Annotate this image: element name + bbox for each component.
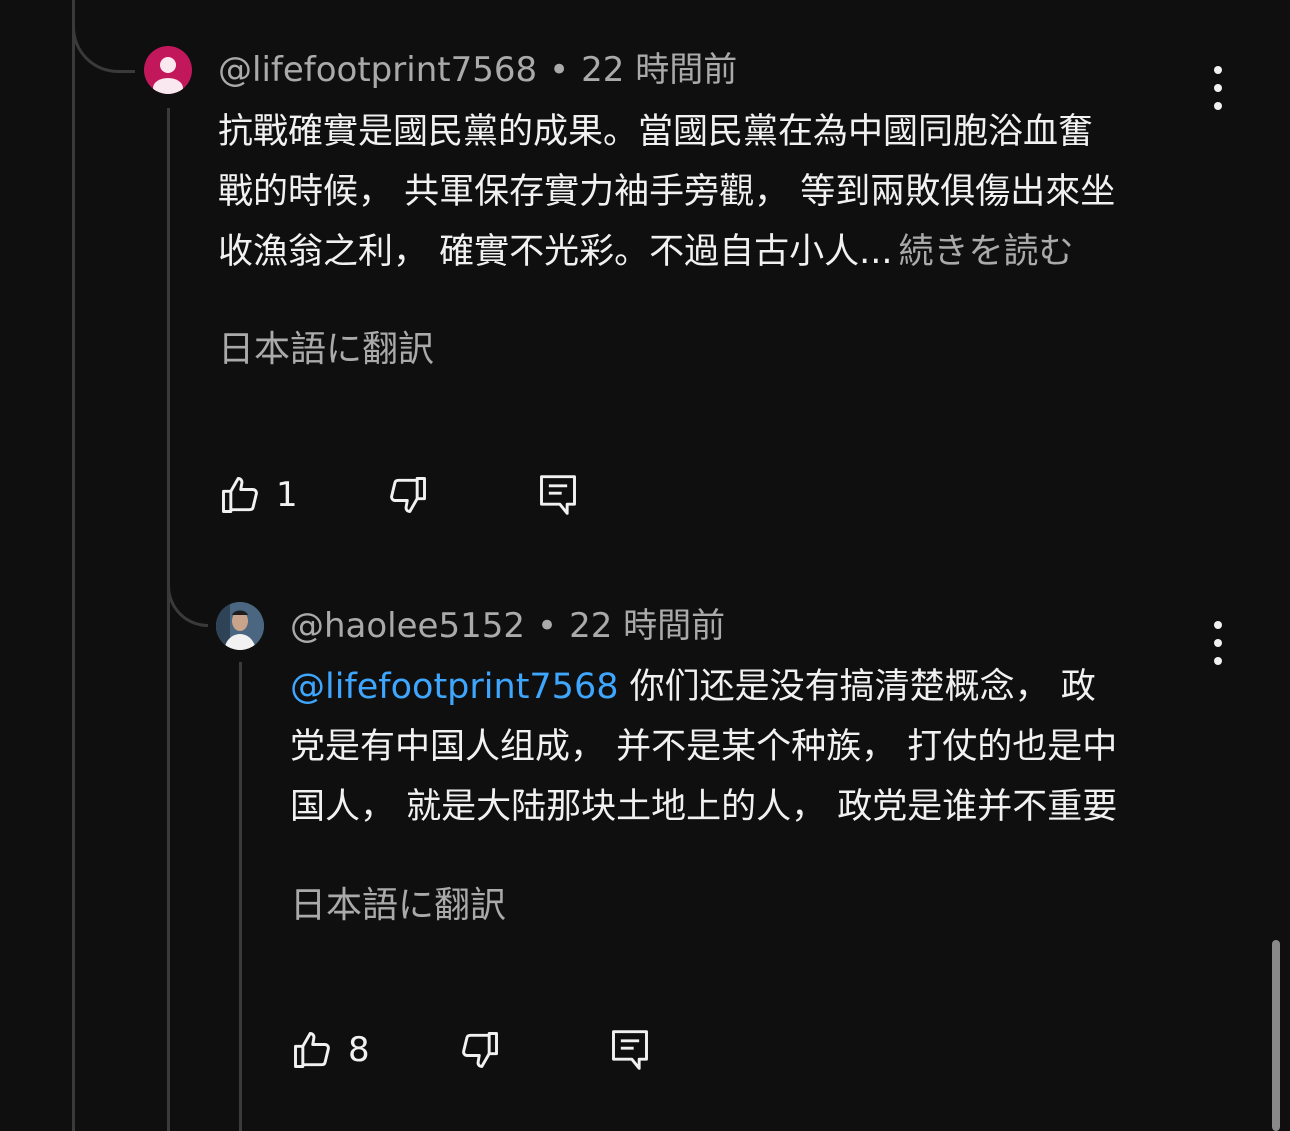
comment-text-line: 戰的時候， 共軍保存實力袖手旁觀， 等到兩敗俱傷出來坐 (218, 172, 1116, 212)
meta-separator: • (549, 50, 570, 90)
avatar[interactable] (144, 46, 192, 94)
like-button[interactable]: 1 (218, 470, 298, 520)
like-button[interactable]: 8 (290, 1025, 370, 1075)
read-more-link[interactable]: 続きを読む (899, 232, 1074, 272)
reply-comment-icon (612, 1030, 648, 1070)
author-name[interactable]: @haolee5152 (290, 606, 525, 646)
comment-text-line: 国人， 就是大陆那块土地上的人， 政党是谁并不重要 (290, 787, 1118, 827)
thumbs-up-icon (222, 477, 258, 513)
comment-meta: @haolee5152 • 22 時間前 (290, 606, 725, 646)
comment-text: @lifefootprint7568 你们还是没有搞清楚概念， 政 党是有中国人… (290, 657, 1117, 837)
comment-text-line: 你们还是没有搞清楚概念， 政 (618, 667, 1096, 707)
thumbs-down-icon (390, 477, 426, 513)
default-user-icon (153, 57, 183, 94)
author-name[interactable]: @lifefootprint7568 (218, 50, 537, 90)
scrollbar[interactable] (1272, 940, 1280, 1131)
more-vert-icon[interactable] (1208, 66, 1228, 110)
translate-button[interactable]: 日本語に翻訳 (218, 328, 434, 372)
comment-text-line: 抗戰確實是國民黨的成果。當國民黨在為中國同胞浴血奮 (218, 112, 1094, 152)
comment-thread-page: @lifefootprint7568 • 22 時間前 抗戰確實是國民黨的成果。當國… (0, 0, 1290, 1131)
comment-time[interactable]: 22 時間前 (581, 50, 737, 90)
translate-button[interactable]: 日本語に翻訳 (290, 884, 506, 928)
comment-actions: 8 (290, 1025, 690, 1075)
mention-link[interactable]: @lifefootprint7568 (290, 667, 618, 707)
reply-button[interactable] (536, 470, 580, 520)
dislike-button[interactable] (458, 1025, 502, 1075)
reply-comment-item: @haolee5152 • 22 時間前 @lifefootprint7568 你们… (0, 560, 1290, 1131)
comment-text-line: 收漁翁之利， 確實不光彩。不過自古小人... (218, 232, 893, 272)
reply-comment-icon (540, 475, 576, 515)
dislike-button[interactable] (386, 470, 430, 520)
thumbs-up-icon (294, 1032, 330, 1068)
avatar[interactable] (216, 602, 264, 650)
comment-text: 抗戰確實是國民黨的成果。當國民黨在為中國同胞浴血奮 戰的時候， 共軍保存實力袖手… (218, 102, 1115, 282)
thumbs-down-icon (462, 1032, 498, 1068)
like-count: 1 (276, 475, 298, 515)
comment-item: @lifefootprint7568 • 22 時間前 抗戰確實是國民黨的成果。當國… (0, 0, 1290, 560)
comment-time[interactable]: 22 時間前 (569, 606, 725, 646)
reply-button[interactable] (608, 1025, 652, 1075)
comment-text-line: 党是有中国人组成， 并不是某个种族， 打仗的也是中 (290, 727, 1118, 767)
more-vert-icon[interactable] (1208, 621, 1228, 665)
like-count: 8 (348, 1030, 370, 1070)
meta-separator: • (537, 606, 558, 646)
user-photo-icon (216, 602, 264, 650)
comment-actions: 1 (218, 470, 618, 520)
comment-meta: @lifefootprint7568 • 22 時間前 (218, 50, 737, 90)
